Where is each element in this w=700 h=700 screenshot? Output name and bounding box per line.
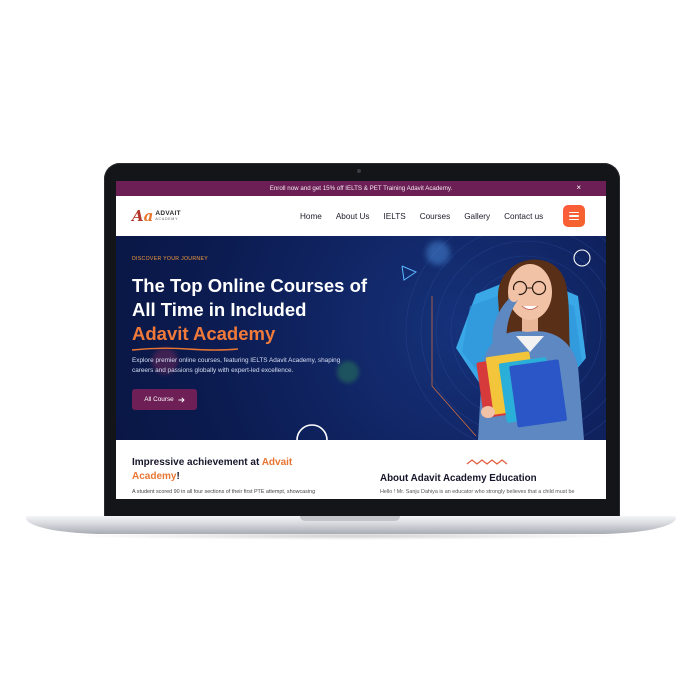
- laptop-notch: [300, 516, 400, 521]
- site-header: Aa ADVAIT ACADEMY Home About Us IELTS Co…: [116, 196, 606, 236]
- hero-accent-title: Adavit Academy: [132, 323, 276, 344]
- about-title: About Adavit Academy Education: [380, 473, 537, 484]
- hero-glow: [426, 241, 450, 265]
- all-course-label: All Course: [144, 396, 174, 403]
- arrow-right-icon: [178, 396, 185, 403]
- content-section: Impressive achievement at Advait Academy…: [116, 440, 606, 499]
- main-menu: Home About Us IELTS Courses Gallery Cont…: [300, 212, 557, 221]
- logo-subtitle: ACADEMY: [155, 217, 179, 221]
- webcam: [357, 169, 361, 173]
- nav-contact-us[interactable]: Contact us: [504, 212, 543, 221]
- all-course-button[interactable]: All Course: [132, 389, 197, 410]
- hero-description: Explore premier online courses, featurin…: [132, 357, 341, 374]
- nav-ielts[interactable]: IELTS: [384, 212, 406, 221]
- hamburger-menu-icon[interactable]: [563, 205, 585, 227]
- laptop-screen: Enroll now and get 15% off IELTS & PET T…: [116, 181, 606, 499]
- about-text: Hello ! Mr. Sanju Dahiya is an educator …: [380, 489, 575, 495]
- hero-headline: The Top Online Courses of All Time in In…: [132, 275, 368, 320]
- close-icon[interactable]: ×: [576, 183, 581, 193]
- nav-home[interactable]: Home: [300, 212, 322, 221]
- hero-banner: DISCOVER YOUR JOURNEY The Top Online Cou…: [116, 236, 606, 440]
- logo-mark: Aa: [132, 207, 154, 225]
- site-logo[interactable]: Aa ADVAIT ACADEMY: [132, 207, 181, 225]
- achievement-text: A student scored 90 in all four sections…: [132, 489, 316, 495]
- nav-about-us[interactable]: About Us: [336, 212, 370, 221]
- announcement-text: Enroll now and get 15% off IELTS & PET T…: [269, 185, 453, 192]
- announcement-bar: Enroll now and get 15% off IELTS & PET T…: [116, 181, 606, 196]
- hero-kicker: DISCOVER YOUR JOURNEY: [132, 256, 208, 262]
- zigzag-divider-icon: [466, 459, 508, 465]
- nav-gallery[interactable]: Gallery: [464, 212, 490, 221]
- nav-courses[interactable]: Courses: [420, 212, 451, 221]
- accent-underline: [131, 347, 239, 351]
- achievement-title: Impressive achievement at Advait Academy…: [132, 457, 293, 482]
